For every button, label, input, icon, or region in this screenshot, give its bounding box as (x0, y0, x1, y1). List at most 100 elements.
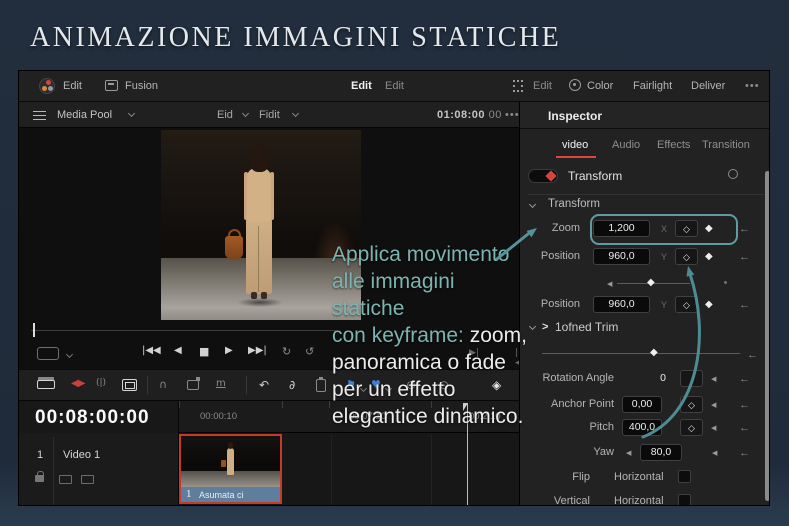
menu-deliver[interactable]: Deliver (691, 80, 725, 92)
position-row: Position 960,0 Y ◇ ◆ ← (520, 247, 769, 269)
bin-chevron-icon[interactable] (241, 109, 250, 121)
transform-section-header[interactable]: Transform (520, 197, 769, 215)
blade-edit-icon[interactable] (122, 379, 137, 391)
menu-fusion[interactable]: Fusion (125, 80, 158, 92)
track-auto-select-icon[interactable] (59, 475, 72, 484)
menu-edit[interactable]: Edit (63, 80, 82, 92)
viewer-options-button[interactable]: ••• (505, 109, 520, 121)
reset-arrow-icon[interactable]: ← (739, 447, 750, 459)
viewer-scrubber[interactable] (31, 330, 336, 331)
tab-video[interactable]: video (562, 139, 588, 151)
keyframe-filled-icon[interactable]: ◆ (705, 299, 713, 310)
tab-edit-secondary[interactable]: Edit (385, 80, 404, 92)
reset-arrow-icon[interactable]: ← (739, 299, 750, 311)
vertical-option-label: Horizontal (614, 495, 664, 506)
edit-page-icon[interactable] (513, 80, 525, 92)
slider-knob-icon[interactable]: ◆ (647, 277, 655, 288)
tab-edit-active[interactable]: Edit (351, 80, 372, 92)
track-enable-icon[interactable] (81, 475, 94, 484)
track-lock-icon[interactable] (35, 471, 44, 482)
nudge-left-icon[interactable]: ◀ (712, 449, 717, 457)
position-value-field[interactable]: 960,0 (593, 296, 650, 313)
loop-icon[interactable]: ↻ (282, 345, 291, 358)
media-pool-chevron-icon[interactable] (127, 109, 136, 121)
top-menubar: Edit Fusion Edit Edit Edit Color Fairlig… (19, 71, 769, 102)
nudge-left-icon[interactable]: ◀ (607, 280, 612, 288)
nudge-left-icon[interactable]: ◀ (626, 449, 631, 457)
keyframe-outline-icon[interactable] (680, 370, 703, 387)
clipboard-icon[interactable] (316, 377, 326, 392)
viewer-mode-chevron-icon[interactable] (65, 350, 74, 362)
inspector-scrollbar[interactable] (765, 171, 769, 501)
keyframe-outline-icon[interactable]: ◇ (675, 220, 698, 237)
timeline-view-options-icon[interactable] (37, 380, 55, 389)
reset-arrow-icon[interactable]: ← (739, 373, 750, 385)
hamburger-icon[interactable] (33, 111, 46, 120)
more-menu-button[interactable]: ••• (745, 80, 760, 92)
color-page-icon[interactable] (569, 79, 581, 91)
chevron-right-icon: > (542, 321, 549, 333)
reset-arrow-icon[interactable]: ← (739, 399, 750, 411)
keyframe-outline-icon[interactable]: ◇ (680, 419, 703, 436)
link-clips-icon[interactable]: ∂ (289, 378, 295, 392)
fusion-icon (105, 80, 118, 91)
stop-button[interactable]: ■ (199, 345, 209, 358)
pitch-value-field[interactable]: 400,0 (622, 419, 662, 436)
first-frame-button[interactable]: |◀◀ (142, 345, 161, 356)
transform-toggle-switch[interactable] (528, 169, 558, 183)
keyframe-outline-icon[interactable]: ◇ (675, 296, 698, 313)
menu-color[interactable]: Color (587, 80, 613, 92)
yaw-value-field[interactable]: 80,0 (640, 444, 682, 461)
tab-transition[interactable]: Transition (702, 139, 750, 151)
keyframe-outline-icon[interactable]: ◇ (675, 248, 698, 265)
play-button[interactable]: ▶ (225, 345, 233, 356)
media-pool-button[interactable]: Media Pool (57, 109, 112, 121)
nudge-left-icon[interactable]: ◀ (711, 375, 716, 383)
vertical-horizontal-checkbox[interactable] (678, 494, 691, 505)
timecode-frames: 00 (488, 109, 502, 121)
tab-audio[interactable]: Audio (612, 139, 640, 151)
position-value-field[interactable]: 960,0 (593, 248, 650, 265)
keyframe-outline-icon[interactable]: ◇ (680, 396, 703, 413)
anchor-value-field[interactable]: 0,00 (622, 396, 662, 413)
bin-dropdown[interactable]: Eid (217, 109, 233, 121)
position-row-2: Position 960,0 Y ◇ ◆ ← (520, 295, 769, 317)
magnet-snap-icon[interactable]: ∩ (159, 378, 167, 391)
zoom-value-field[interactable]: 1,200 (593, 220, 650, 237)
slider-track[interactable] (542, 353, 740, 354)
keyframe-filled-icon[interactable]: ◆ (705, 223, 713, 234)
last-frame-button[interactable]: ▶▶| (248, 345, 267, 356)
trim-section-header[interactable]: > 1ofned Trim (520, 319, 769, 337)
reset-arrow-icon[interactable]: ← (739, 251, 750, 263)
tab-effects[interactable]: Effects (657, 139, 690, 151)
flip-horizontal-checkbox[interactable] (678, 470, 691, 483)
edit-dropdown[interactable]: Fidit (259, 109, 280, 121)
menu-edit-right[interactable]: Edit (533, 80, 552, 92)
davinci-logo-icon[interactable] (39, 78, 55, 94)
nudge-left-icon[interactable]: ◀ (711, 401, 716, 409)
menu-fairlight[interactable]: Fairlight (633, 80, 672, 92)
reset-arrow-icon[interactable]: ← (747, 349, 758, 361)
field-label: Flip (572, 471, 590, 483)
keyframe-filled-icon[interactable]: ◆ (705, 251, 713, 262)
viewer-mode-icon[interactable] (37, 347, 59, 360)
slider-knob-icon[interactable]: ◆ (650, 347, 658, 358)
timeline-clip[interactable]: 1 Asumata ci (179, 434, 282, 504)
marker-m-icon[interactable]: m (216, 378, 226, 389)
trim-edit-mode-icon[interactable]: ◀▶ (71, 378, 85, 389)
clip-thumbnail (181, 436, 280, 487)
loop-alt-icon[interactable]: ↻ (305, 345, 314, 358)
reset-arrow-icon[interactable]: ← (739, 223, 750, 235)
viewer-playhead[interactable] (33, 323, 35, 337)
play-reverse-button[interactable]: ◀ (174, 345, 182, 356)
edit-chevron-icon[interactable] (291, 109, 300, 121)
reset-section-icon[interactable] (728, 169, 738, 179)
nudge-left-icon[interactable]: ◀ (711, 424, 716, 432)
dynamic-trim-icon[interactable]: (|) (96, 378, 106, 388)
rotation-angle-row: Rotation Angle 0 ◀ ← (520, 369, 769, 391)
track-name[interactable]: Video 1 (63, 449, 100, 461)
reset-arrow-icon[interactable]: ← (739, 422, 750, 434)
position-lock-icon[interactable] (187, 377, 200, 390)
rotation-value[interactable]: 0 (650, 372, 666, 384)
undo-curve-icon[interactable]: ↶ (259, 378, 269, 392)
